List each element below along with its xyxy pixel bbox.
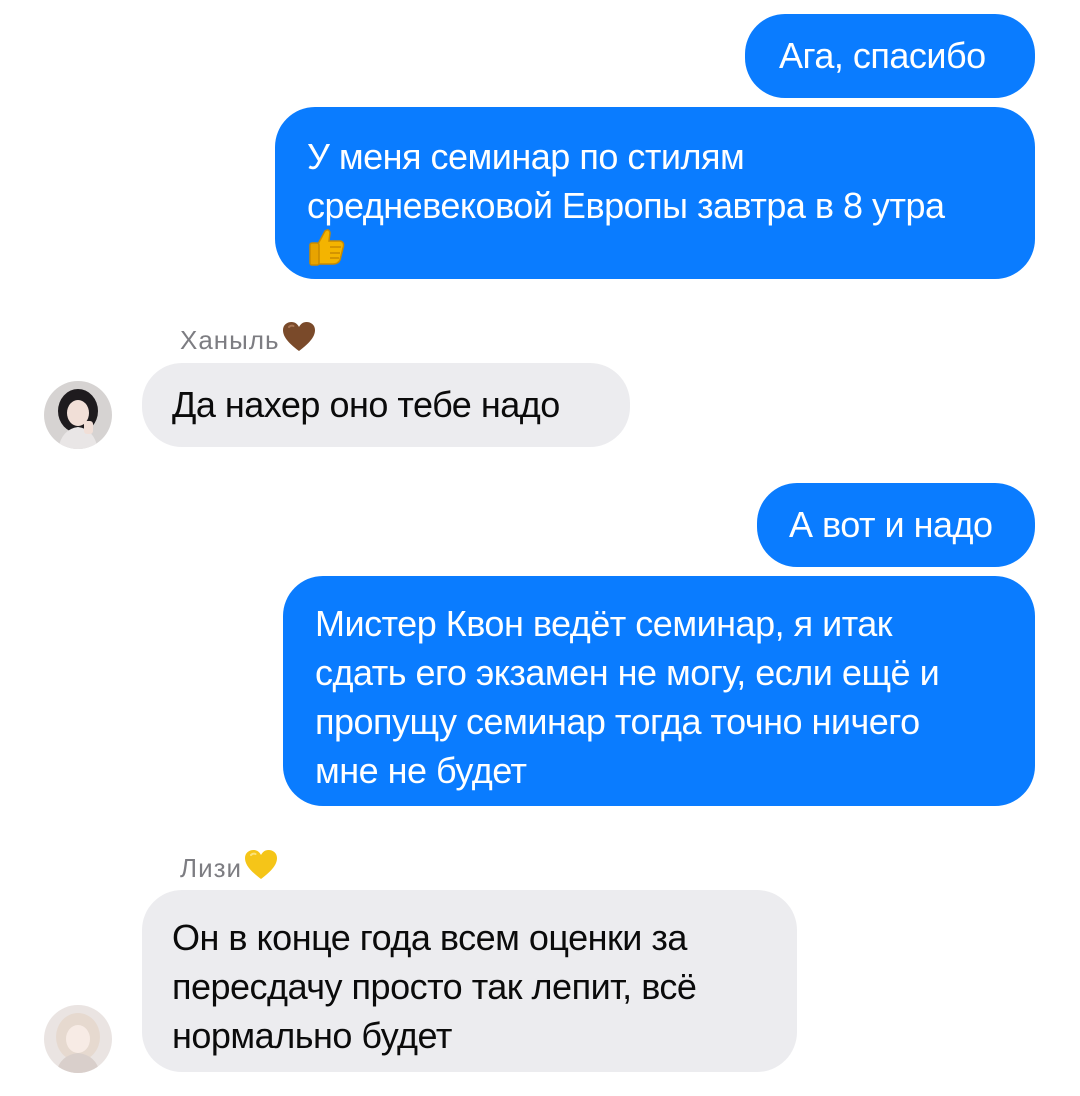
message-text: Ага, спасибо — [779, 35, 986, 76]
message-text-line: Он в конце года всем оценки за — [172, 917, 687, 958]
sender-name: Ханыль — [180, 321, 316, 360]
message-text-line: нормально будет — [172, 1015, 452, 1056]
yellow-heart-icon — [244, 849, 278, 888]
incoming-message-bubble[interactable]: Он в конце года всем оценки за пересдачу… — [142, 890, 797, 1072]
chat-thread: Ага, спасибо У меня семинар по стилям ср… — [0, 0, 1080, 1096]
brown-heart-icon — [282, 321, 316, 360]
message-text-line: средневековой Европы завтра в 8 утра — [307, 185, 945, 226]
sender-name-text: Ханыль — [180, 325, 280, 355]
message-text-line: пересдачу просто так лепит, всё — [172, 966, 697, 1007]
outgoing-message-bubble[interactable]: А вот и надо — [757, 483, 1035, 567]
message-text-line: У меня семинар по стилям — [307, 136, 745, 177]
sender-name: Лизи — [180, 849, 278, 888]
avatar[interactable] — [44, 381, 112, 449]
outgoing-message-bubble[interactable]: Мистер Квон ведёт семинар, я итак сдать … — [283, 576, 1035, 806]
message-text: А вот и надо — [789, 504, 993, 545]
message-text-line: пропущу семинар тогда точно ничего — [315, 701, 920, 742]
message-text-line: сдать его экзамен не могу, если ещё и — [315, 652, 940, 693]
message-text: Да нахер оно тебе надо — [172, 384, 560, 425]
avatar[interactable] — [44, 1005, 112, 1073]
outgoing-message-bubble[interactable]: У меня семинар по стилям средневековой Е… — [275, 107, 1035, 279]
sender-name-text: Лизи — [180, 853, 243, 883]
thumbs-up-icon — [305, 224, 349, 280]
outgoing-message-bubble[interactable]: Ага, спасибо — [745, 14, 1035, 98]
message-text-line: Мистер Квон ведёт семинар, я итак — [315, 603, 893, 644]
incoming-message-bubble[interactable]: Да нахер оно тебе надо — [142, 363, 630, 447]
message-text-line: мне не будет — [315, 750, 527, 791]
